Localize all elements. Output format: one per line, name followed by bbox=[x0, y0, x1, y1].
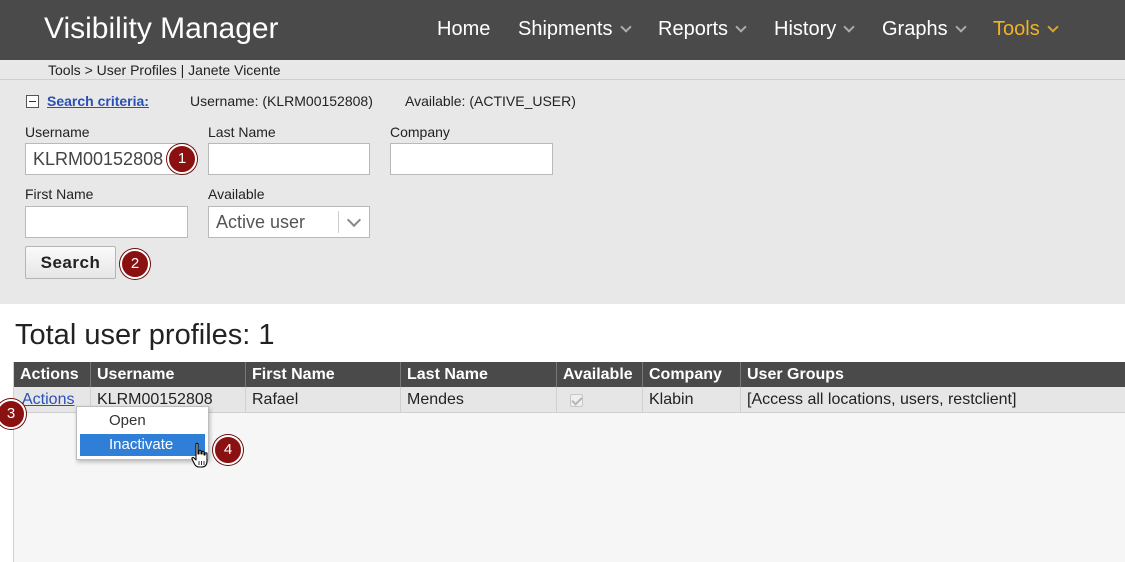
cell-first-name: Rafael bbox=[246, 387, 401, 413]
top-navigation-bar: Visibility Manager Home Shipments Report… bbox=[0, 0, 1125, 60]
column-header-last-name: Last Name bbox=[401, 362, 557, 387]
nav-home[interactable]: Home bbox=[437, 18, 490, 41]
available-checkbox bbox=[570, 394, 583, 407]
last-name-label: Last Name bbox=[208, 124, 276, 140]
company-input[interactable] bbox=[390, 143, 553, 175]
search-button[interactable]: Search bbox=[25, 246, 116, 279]
available-select-value: Active user bbox=[216, 212, 306, 232]
breadcrumb: Tools > User Profiles | Janete Vicente bbox=[48, 62, 281, 78]
cell-last-name: Mendes bbox=[401, 387, 557, 413]
column-header-company: Company bbox=[643, 362, 741, 387]
results-table: Actions Username First Name Last Name Av… bbox=[13, 362, 1125, 562]
column-header-available: Available bbox=[557, 362, 643, 387]
criteria-summary-username: Username: (KLRM00152808) bbox=[190, 93, 373, 109]
column-header-username: Username bbox=[91, 362, 246, 387]
column-header-first-name: First Name bbox=[246, 362, 401, 387]
chevron-down-icon bbox=[619, 21, 632, 33]
nav-tools[interactable]: Tools bbox=[993, 18, 1059, 41]
actions-link[interactable]: Actions bbox=[22, 391, 74, 408]
hand-cursor-icon bbox=[191, 442, 208, 468]
nav-history-label: History bbox=[774, 18, 837, 40]
chevron-down-icon bbox=[735, 21, 747, 33]
step-marker-2: 2 bbox=[120, 249, 150, 279]
collapse-icon[interactable] bbox=[26, 95, 39, 108]
search-panel: Tools > User Profiles | Janete Vicente S… bbox=[0, 60, 1125, 304]
column-header-user-groups: User Groups bbox=[747, 366, 844, 383]
first-name-input[interactable] bbox=[25, 206, 188, 238]
criteria-summary-available: Available: (ACTIVE_USER) bbox=[405, 93, 576, 109]
menu-item-open[interactable]: Open bbox=[80, 410, 205, 432]
main-nav: Home Shipments Reports History Graphs To… bbox=[0, 18, 1125, 44]
search-criteria-toggle[interactable]: Search criteria: bbox=[47, 93, 149, 109]
chevron-down-icon bbox=[346, 212, 362, 228]
chevron-down-icon bbox=[954, 21, 967, 33]
last-name-input[interactable] bbox=[208, 143, 370, 175]
cell-available bbox=[557, 387, 643, 413]
username-input[interactable]: KLRM00152808 bbox=[25, 143, 188, 175]
nav-tools-label: Tools bbox=[993, 18, 1040, 40]
cell-user-groups: [Access all locations, users, restclient… bbox=[747, 391, 1017, 408]
chevron-down-icon bbox=[1047, 21, 1059, 33]
nav-home-label: Home bbox=[437, 18, 491, 40]
step-marker-1: 1 bbox=[167, 144, 197, 174]
total-user-profiles: Total user profiles: 1 bbox=[15, 319, 275, 351]
select-separator bbox=[338, 211, 339, 233]
username-label: Username bbox=[25, 124, 90, 140]
cell-company: Klabin bbox=[643, 387, 741, 413]
company-label: Company bbox=[390, 124, 450, 140]
nav-reports-label: Reports bbox=[658, 18, 729, 40]
nav-history[interactable]: History bbox=[774, 18, 855, 41]
table-header: Actions Username First Name Last Name Av… bbox=[14, 362, 1125, 387]
chevron-down-icon bbox=[843, 21, 855, 33]
first-name-label: First Name bbox=[25, 186, 94, 202]
nav-shipments[interactable]: Shipments bbox=[518, 18, 632, 41]
nav-shipments-label: Shipments bbox=[518, 18, 613, 40]
available-label: Available bbox=[208, 186, 265, 202]
nav-graphs-label: Graphs bbox=[882, 18, 948, 40]
available-select[interactable]: Active user bbox=[208, 206, 370, 238]
menu-item-inactivate[interactable]: Inactivate bbox=[80, 434, 205, 456]
nav-graphs[interactable]: Graphs bbox=[882, 18, 967, 41]
step-marker-4: 4 bbox=[213, 435, 243, 465]
divider bbox=[0, 79, 1125, 80]
column-header-actions: Actions bbox=[14, 362, 91, 387]
nav-reports[interactable]: Reports bbox=[658, 18, 747, 41]
